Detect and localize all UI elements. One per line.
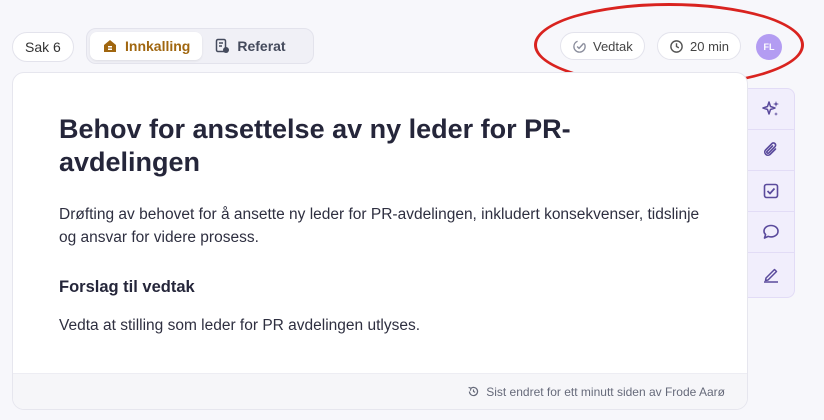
page-title: Behov for ansettelse av ny leder for PR-…	[59, 114, 571, 177]
duration-chip-label: 20 min	[690, 38, 730, 54]
sparkles-icon	[762, 101, 779, 116]
decision-chip-label: Vedtak	[593, 38, 633, 54]
signature-icon	[764, 268, 778, 283]
target-check-icon	[573, 39, 586, 53]
home-package-icon	[104, 40, 116, 52]
paperclip-icon	[764, 142, 777, 156]
case-number-badge: Sak 6	[12, 32, 74, 62]
tab-innkalling-label: Innkalling	[125, 38, 191, 54]
agenda-item-card: Behov for ansettelse av ny leder for PR-…	[12, 72, 748, 410]
avatar-initials: FL	[763, 42, 775, 52]
proposal-heading: Forslag til vedtak	[59, 278, 195, 296]
task-button[interactable]	[747, 171, 795, 212]
tab-referat[interactable]: Referat	[202, 32, 297, 60]
document-edit-icon	[216, 38, 230, 53]
comment-icon	[763, 224, 779, 239]
tab-innkalling[interactable]: Innkalling	[90, 32, 203, 60]
comment-button[interactable]	[747, 212, 795, 253]
ai-assist-button[interactable]	[747, 89, 795, 130]
sign-button[interactable]	[748, 253, 795, 294]
agenda-description: Drøfting av behovet for å ansette ny led…	[59, 206, 700, 246]
history-icon	[468, 386, 479, 397]
checkbox-icon	[763, 183, 779, 199]
tab-referat-label: Referat	[237, 38, 286, 54]
top-bar: Sak 6 Innkalling Referat Vedtak 20 min F…	[0, 0, 824, 87]
view-tabs: Innkalling Referat	[86, 28, 314, 64]
decision-chip[interactable]: Vedtak	[560, 32, 645, 60]
clock-icon	[670, 39, 683, 53]
duration-chip[interactable]: 20 min	[657, 32, 742, 60]
attachment-button[interactable]	[747, 130, 795, 171]
last-edited-text: Sist endret for ett minutt siden av Frod…	[486, 384, 725, 399]
card-footer: Sist endret for ett minutt siden av Frod…	[13, 373, 747, 409]
avatar[interactable]: FL	[756, 34, 782, 60]
case-number-label: Sak 6	[25, 39, 61, 55]
side-toolbar	[747, 88, 795, 298]
proposal-text: Vedta at stilling som leder for PR avdel…	[59, 317, 420, 334]
